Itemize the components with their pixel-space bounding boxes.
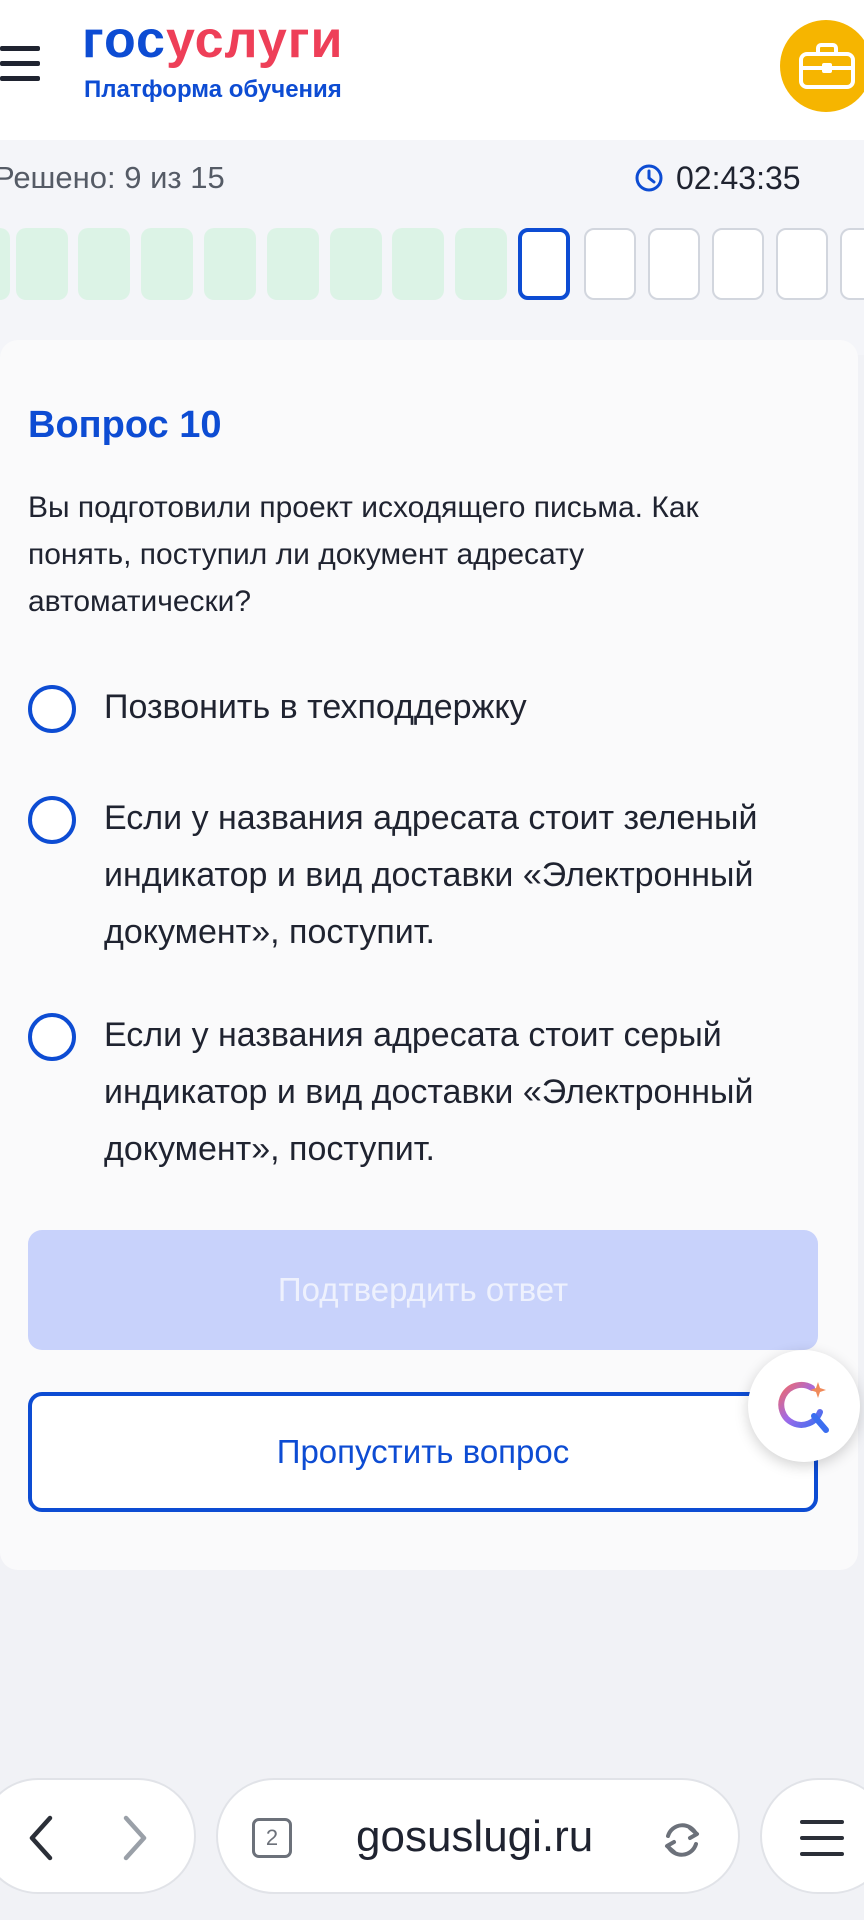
progress-cell-2[interactable] xyxy=(16,228,68,300)
progress-cell-12[interactable] xyxy=(648,228,700,300)
progress-cell-4[interactable] xyxy=(141,228,193,300)
logo-text-part2: услуги xyxy=(165,11,344,69)
progress-cell-5[interactable] xyxy=(204,228,256,300)
confirm-answer-button[interactable]: Подтвердить ответ xyxy=(28,1230,818,1350)
menu-icon[interactable] xyxy=(0,46,40,82)
progress-cell-9[interactable] xyxy=(455,228,507,300)
radio-button[interactable] xyxy=(28,1013,76,1061)
progress-cell-11[interactable] xyxy=(584,228,636,300)
timer: 02:43:35 xyxy=(634,160,801,196)
progress-cell-7[interactable] xyxy=(330,228,382,300)
profile-button[interactable] xyxy=(780,20,864,112)
back-arrow-icon[interactable] xyxy=(24,1814,58,1862)
ai-assistant-button[interactable] xyxy=(748,1350,860,1462)
briefcase-icon xyxy=(799,43,855,89)
answer-option-label: Если у названия адресата стоит серый инд… xyxy=(104,1016,754,1168)
assistant-icon xyxy=(778,1381,829,1433)
skip-question-button[interactable]: Пропустить вопрос xyxy=(28,1392,818,1512)
reload-icon[interactable] xyxy=(660,1818,704,1862)
platform-subtitle: Платформа обучения xyxy=(84,76,342,103)
progress-cell-13[interactable] xyxy=(712,228,764,300)
url-text[interactable]: gosuslugi.ru xyxy=(356,1812,593,1862)
gosuslugi-logo[interactable]: госуслуги xyxy=(82,10,343,70)
forward-arrow-icon[interactable] xyxy=(118,1814,152,1862)
solved-counter: Решено: 9 из 15 xyxy=(0,160,225,195)
question-progress xyxy=(0,228,864,304)
progress-cell-10[interactable] xyxy=(518,228,570,300)
tabs-button[interactable]: 2 xyxy=(252,1818,292,1858)
question-text: Вы подготовили проект исходящего письма.… xyxy=(28,491,699,618)
site-header: госуслуги Платформа обучения xyxy=(0,0,864,140)
radio-button[interactable] xyxy=(28,685,76,733)
question-title: Вопрос 10 xyxy=(28,404,222,446)
progress-cell-8[interactable] xyxy=(392,228,444,300)
answer-option-label: Если у названия адресата стоит зеленый и… xyxy=(104,799,758,951)
progress-cell-14[interactable] xyxy=(776,228,828,300)
progress-cell-3[interactable] xyxy=(78,228,130,300)
radio-button[interactable] xyxy=(28,796,76,844)
browser-menu-icon[interactable] xyxy=(800,1818,844,1858)
answer-option-label: Позвонить в техподдержку xyxy=(104,688,527,726)
progress-cell-1[interactable] xyxy=(0,228,10,300)
progress-cell-15[interactable] xyxy=(840,228,864,300)
logo-text-part1: гос xyxy=(82,11,166,69)
timer-value: 02:43:35 xyxy=(676,159,801,196)
clock-icon xyxy=(635,164,663,192)
progress-cell-6[interactable] xyxy=(267,228,319,300)
